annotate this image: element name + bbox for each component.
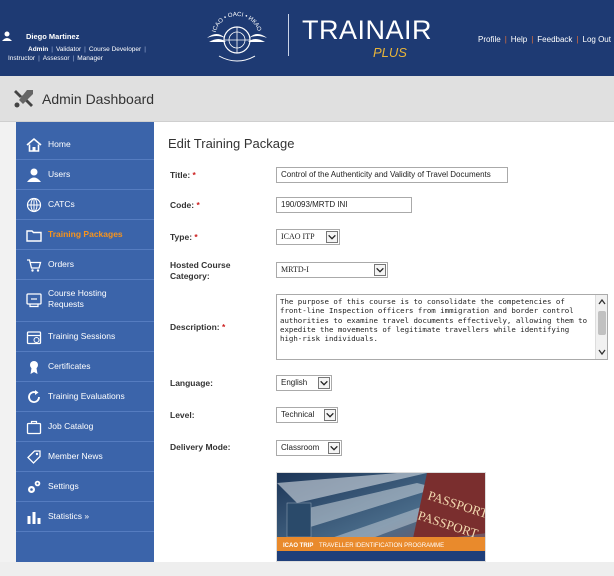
type-label: Type: * [170, 232, 198, 242]
home-icon [26, 137, 42, 152]
description-textarea[interactable]: The purpose of this course is to consoli… [276, 294, 608, 360]
chevron-down-icon [374, 264, 386, 276]
cart-icon [27, 259, 42, 272]
hosting-icon [26, 293, 42, 308]
ribbon-icon [30, 361, 38, 374]
sidebar-item-training-packages[interactable]: Training Packages [16, 220, 154, 250]
sidebar-label: Training Sessions [48, 331, 116, 341]
top-nav: Profile | Help | Feedback | Log Out [478, 35, 611, 44]
language-select[interactable]: English [276, 375, 332, 391]
tools-icon [14, 90, 33, 108]
folder-icon [26, 230, 42, 242]
sidebar-label: Orders [48, 259, 74, 269]
code-label: Code: * [170, 200, 200, 210]
level-select[interactable]: Technical [276, 407, 338, 423]
svg-text:ICAO TRIP: ICAO TRIP [283, 543, 313, 549]
user-icon [2, 31, 12, 41]
level-label: Level: [170, 410, 195, 420]
sidebar-label: Statistics » [48, 511, 90, 521]
role-assessor[interactable]: Assessor [43, 55, 70, 62]
title-label: Title: * [170, 170, 196, 180]
admin-bar: Admin Dashboard [0, 76, 614, 122]
svg-text:TRAVELLER IDENTIFICATION PROGR: TRAVELLER IDENTIFICATION PROGRAMME [319, 543, 444, 549]
calendar-icon [26, 331, 42, 345]
hosted-course-category-label: Hosted Course Category: [170, 260, 231, 281]
sidebar-item-course-hosting-requests[interactable]: Course Hosting Requests [16, 280, 154, 322]
sidebar-item-job-catalog[interactable]: Job Catalog [16, 412, 154, 442]
footer-bar [0, 562, 614, 576]
sidebar-label: Member News [48, 451, 103, 461]
refresh-icon [28, 390, 40, 403]
globe-icon [26, 197, 42, 213]
logo-divider [288, 14, 289, 56]
hosted-course-category-select[interactable]: MRTD-I [276, 262, 388, 278]
user-name[interactable]: Diego Martinez [26, 32, 79, 42]
user-icon [27, 168, 41, 182]
sidebar: Home Users CATCs Training Packages Order… [16, 122, 154, 562]
sidebar-item-training-sessions[interactable]: Training Sessions [16, 322, 154, 352]
language-label: Language: [170, 378, 213, 388]
scrollbar-thumb[interactable] [598, 311, 606, 335]
description-scrollbar[interactable] [595, 295, 607, 359]
tag-icon [27, 450, 41, 464]
title-input[interactable]: Control of the Authenticity and Validity… [276, 167, 508, 183]
sidebar-label: Settings [48, 481, 79, 491]
sidebar-item-users[interactable]: Users [16, 160, 154, 190]
briefcase-icon [26, 420, 42, 435]
training-package-image: PASSPORT PASSPORT ICAO TRIP TRAVELLER ID… [276, 472, 486, 562]
role-instructor[interactable]: Instructor [8, 55, 35, 62]
sidebar-item-settings[interactable]: Settings [16, 472, 154, 502]
role-manager[interactable]: Manager [77, 55, 103, 62]
sidebar-item-catcs[interactable]: CATCs [16, 190, 154, 220]
delivery-mode-label: Delivery Mode: [170, 442, 231, 452]
sidebar-label: Course Hosting Requests [48, 288, 107, 309]
chevron-down-icon [324, 409, 336, 421]
sidebar-item-home[interactable]: Home [16, 130, 154, 160]
sidebar-label: Training Packages [48, 229, 123, 239]
chevron-down-icon [328, 442, 340, 454]
sidebar-item-orders[interactable]: Orders [16, 250, 154, 280]
sidebar-label: CATCs [48, 199, 75, 209]
logout-link[interactable]: Log Out [583, 35, 611, 44]
chevron-down-icon [318, 377, 330, 389]
page-title: Admin Dashboard [42, 91, 155, 107]
feedback-link[interactable]: Feedback [537, 35, 572, 44]
description-text: The purpose of this course is to consoli… [280, 297, 588, 344]
sidebar-item-member-news[interactable]: Member News [16, 442, 154, 472]
sidebar-item-certificates[interactable]: Certificates [16, 352, 154, 382]
type-select[interactable]: ICAO ITP [276, 229, 340, 245]
code-input[interactable]: 190/093/MRTD INI [276, 197, 412, 213]
sidebar-label: Home [48, 139, 71, 149]
sidebar-label: Users [48, 169, 71, 179]
chevron-down-icon[interactable] [598, 348, 606, 356]
sidebar-label: Job Catalog [48, 421, 94, 431]
help-link[interactable]: Help [511, 35, 527, 44]
sidebar-item-training-evaluations[interactable]: Training Evaluations [16, 382, 154, 412]
role-course-developer[interactable]: Course Developer [89, 46, 141, 53]
chevron-down-icon [326, 231, 338, 243]
main-content: Edit Training Package Title: * Control o… [154, 122, 614, 562]
trainair-logo-text: TRAINAIR [302, 15, 433, 45]
description-label: Description: * [170, 322, 226, 332]
bar-chart-icon [27, 512, 41, 524]
profile-link[interactable]: Profile [478, 35, 501, 44]
delivery-mode-select[interactable]: Classroom [276, 440, 342, 456]
sidebar-label: Certificates [48, 361, 91, 371]
role-list-line-2: Instructor | Assessor | Manager [8, 55, 103, 62]
chevron-up-icon[interactable] [598, 298, 606, 306]
icao-emblem-icon: ICAO • OACI • ИКАО [207, 12, 267, 62]
app-header: Diego Martinez Admin | Validator | Course De… [0, 0, 614, 76]
form-heading: Edit Training Package [168, 136, 295, 151]
role-admin[interactable]: Admin [28, 46, 48, 53]
trainair-plus-text: PLUS [373, 45, 407, 60]
sidebar-item-statistics[interactable]: Statistics » [16, 502, 154, 532]
role-validator[interactable]: Validator [56, 46, 81, 53]
gear-icon [28, 480, 41, 493]
sidebar-label: Training Evaluations [48, 391, 125, 401]
